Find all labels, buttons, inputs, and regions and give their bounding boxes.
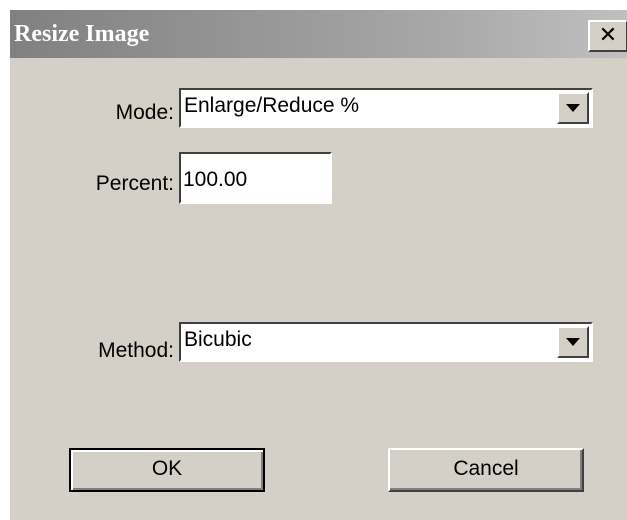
chevron-down-icon[interactable] <box>557 92 589 124</box>
close-button[interactable]: ✕ <box>588 20 627 52</box>
mode-selected-value: Enlarge/Reduce % <box>184 94 360 117</box>
title-bar: Resize Image ✕ <box>10 10 627 58</box>
percent-label: Percent: <box>95 172 174 195</box>
method-dropdown[interactable]: Bicubic <box>179 322 593 362</box>
dialog-title: Resize Image <box>14 21 150 47</box>
mode-dropdown[interactable]: Enlarge/Reduce % <box>179 88 593 128</box>
resize-image-dialog: Resize Image ✕ Mode: Enlarge/Reduce % Pe… <box>8 8 627 520</box>
chevron-down-icon[interactable] <box>557 326 589 358</box>
method-selected-value: Bicubic <box>184 328 252 351</box>
method-label: Method: <box>98 339 174 362</box>
cancel-button[interactable]: Cancel <box>388 448 584 492</box>
close-icon: ✕ <box>598 23 618 48</box>
ok-button[interactable]: OK <box>69 448 265 492</box>
percent-input[interactable] <box>179 152 332 204</box>
mode-label: Mode: <box>115 101 174 124</box>
